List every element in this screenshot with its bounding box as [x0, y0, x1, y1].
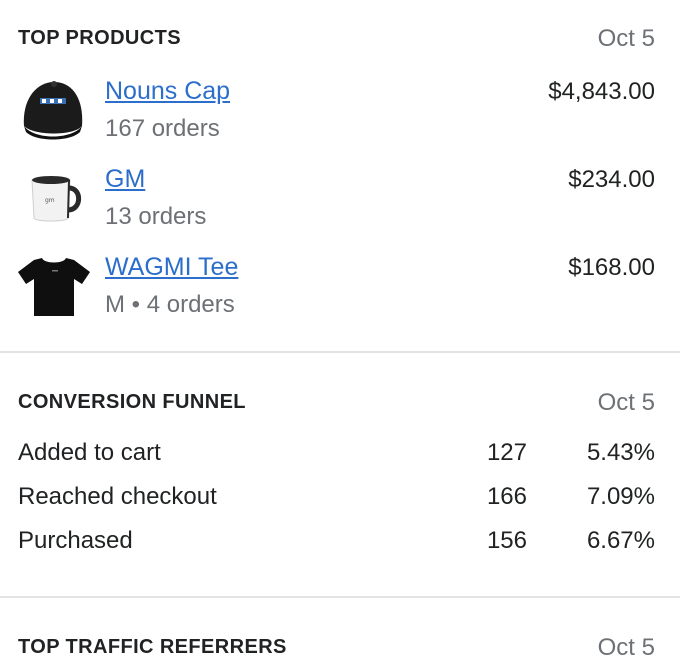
mug-image: gm: [14, 158, 94, 238]
funnel-percent: 6.67%: [586, 527, 655, 554]
funnel-row-added-to-cart: Added to cart 127 5.43%: [0, 439, 680, 471]
product-link[interactable]: WAGMI Tee: [105, 253, 238, 282]
funnel-count: 156: [486, 527, 527, 554]
product-row-wagmi-tee: WAGMI Tee M • 4 orders $168.00: [0, 246, 680, 326]
product-link[interactable]: GM: [105, 165, 145, 194]
funnel-percent: 7.09%: [586, 483, 655, 510]
product-orders: M • 4 orders: [105, 291, 235, 318]
cap-image: [14, 70, 94, 150]
conversion-funnel-date: Oct 5: [597, 389, 655, 416]
product-revenue: $168.00: [568, 254, 655, 281]
conversion-funnel-title: CONVERSION FUNNEL: [18, 391, 246, 413]
product-row-nouns-cap: Nouns Cap 167 orders $4,843.00: [0, 70, 680, 150]
tshirt-image: [14, 246, 94, 326]
product-orders: 13 orders: [105, 203, 207, 230]
top-traffic-referrers-card: TOP TRAFFIC REFERRERS Oct 5: [0, 598, 680, 671]
funnel-percent: 5.43%: [586, 439, 655, 466]
top-products-title: TOP PRODUCTS: [18, 27, 181, 49]
top-products-date: Oct 5: [597, 25, 655, 52]
top-traffic-referrers-date: Oct 5: [597, 634, 655, 661]
funnel-label: Reached checkout: [18, 483, 217, 510]
conversion-funnel-card: CONVERSION FUNNEL Oct 5 Added to cart 12…: [0, 353, 680, 598]
top-traffic-referrers-title: TOP TRAFFIC REFERRERS: [18, 636, 287, 658]
top-products-card: TOP PRODUCTS Oct 5 Nouns Cap 167 orders …: [0, 0, 680, 353]
product-link[interactable]: Nouns Cap: [105, 77, 230, 106]
product-revenue: $4,843.00: [548, 78, 655, 105]
product-row-gm: gm GM 13 orders $234.00: [0, 158, 680, 238]
funnel-row-reached-checkout: Reached checkout 166 7.09%: [0, 483, 680, 515]
funnel-count: 166: [486, 483, 527, 510]
svg-text:gm: gm: [45, 197, 55, 204]
funnel-row-purchased: Purchased 156 6.67%: [0, 527, 680, 559]
product-revenue: $234.00: [568, 166, 655, 193]
funnel-label: Added to cart: [18, 439, 161, 466]
product-orders: 167 orders: [105, 115, 220, 142]
funnel-count: 127: [486, 439, 527, 466]
funnel-label: Purchased: [18, 527, 133, 554]
